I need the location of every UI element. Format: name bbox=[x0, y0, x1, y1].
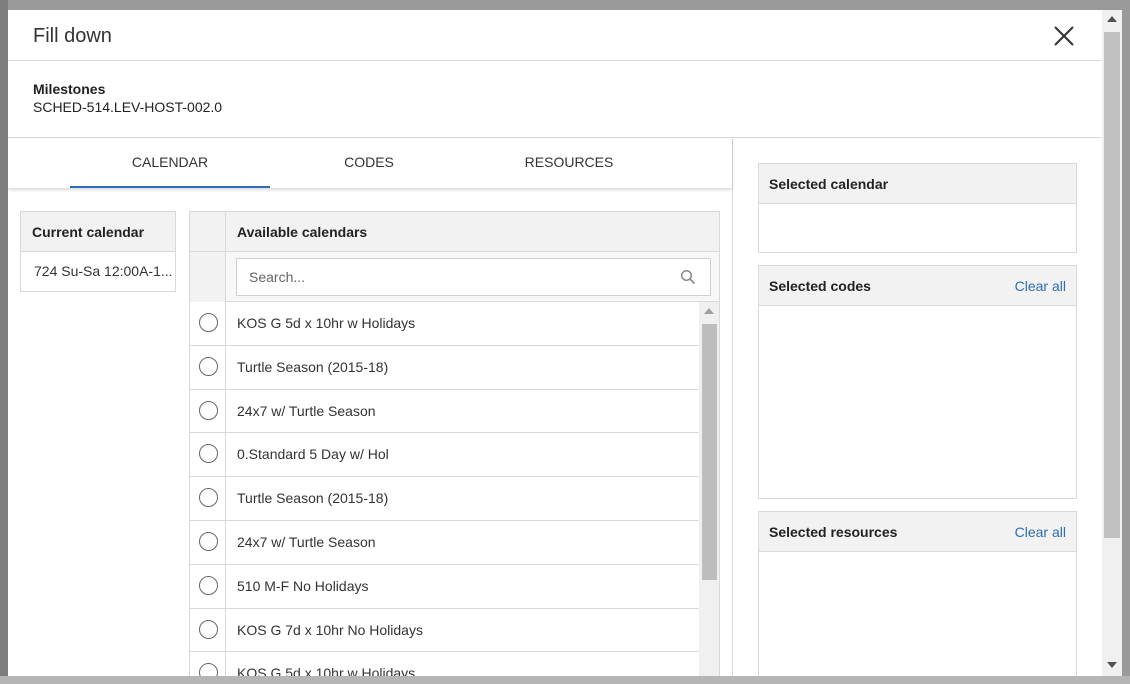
selected-calendar-title: Selected calendar bbox=[769, 176, 889, 192]
radio-button[interactable] bbox=[199, 313, 218, 332]
left-pane: CALENDAR CODES RESOURCES Current calenda… bbox=[8, 138, 733, 676]
radio-cell bbox=[190, 477, 226, 520]
list-item-label: 24x7 w/ Turtle Season bbox=[237, 402, 376, 419]
selected-calendar-header: Selected calendar bbox=[759, 164, 1076, 204]
list-item[interactable]: 24x7 w/ Turtle Season bbox=[190, 520, 699, 565]
list-item-label: KOS G 5d x 10hr w Holidays bbox=[237, 665, 416, 676]
list-scrollbar[interactable] bbox=[699, 302, 719, 676]
selected-codes-panel: Selected codes Clear all bbox=[758, 265, 1077, 499]
scroll-down-arrow-icon[interactable] bbox=[1107, 662, 1117, 668]
list-item[interactable]: Turtle Season (2015-18) bbox=[190, 477, 699, 521]
list-item-label: KOS G 5d x 10hr w Holidays bbox=[237, 315, 416, 331]
backdrop-bottom bbox=[0, 676, 1130, 684]
search-gutter bbox=[190, 252, 226, 302]
selected-resources-panel: Selected resources Clear all bbox=[758, 511, 1077, 676]
radio-cell bbox=[190, 302, 226, 345]
list-item-label: KOS G 7d x 10hr No Holidays bbox=[237, 621, 423, 638]
search-input[interactable] bbox=[237, 259, 657, 295]
list-item[interactable]: KOS G 5d x 10hr w Holidays bbox=[190, 652, 699, 676]
scroll-up-arrow-icon[interactable] bbox=[1107, 16, 1117, 22]
radio-button[interactable] bbox=[199, 619, 218, 639]
selected-calendar-panel: Selected calendar bbox=[758, 163, 1077, 253]
current-calendar-table: Current calendar 724 Su-Sa 12:00A-1... bbox=[20, 211, 176, 292]
list-item-label: 24x7 w/ Turtle Season bbox=[237, 533, 376, 550]
available-calendars-header: Available calendars bbox=[190, 212, 719, 302]
fill-down-dialog: Fill down Milestones SCHED-514.LEV-HOST-… bbox=[8, 10, 1122, 676]
calendar-list: KOS G 5d x 10hr w Holidays Turtle Season… bbox=[190, 302, 699, 676]
selected-resources-header: Selected resources Clear all bbox=[759, 512, 1076, 552]
clear-all-resources-link[interactable]: Clear all bbox=[1015, 512, 1066, 552]
list-item[interactable]: Turtle Season (2015-18) bbox=[190, 345, 699, 390]
list-item[interactable]: 510 M-F No Holidays bbox=[190, 564, 699, 609]
radio-cell bbox=[190, 520, 226, 564]
available-calendars-title: Available calendars bbox=[237, 224, 368, 240]
scroll-up-arrow-icon[interactable] bbox=[704, 308, 714, 314]
tab-resources[interactable]: RESOURCES bbox=[469, 138, 669, 188]
list-item-label: 0.Standard 5 Day w/ Hol bbox=[237, 446, 389, 463]
list-item-label: Turtle Season (2015-18) bbox=[237, 490, 389, 507]
current-calendar-value: 724 Su-Sa 12:00A-1... bbox=[34, 263, 173, 279]
radio-button[interactable] bbox=[199, 488, 218, 508]
list-item[interactable]: KOS G 7d x 10hr No Holidays bbox=[190, 608, 699, 653]
list-item[interactable]: KOS G 5d x 10hr w Holidays bbox=[190, 302, 699, 346]
current-calendar-header: Current calendar bbox=[21, 212, 175, 252]
radio-button[interactable] bbox=[199, 444, 218, 464]
tab-codes[interactable]: CODES bbox=[269, 138, 469, 188]
dialog-scrollbar[interactable] bbox=[1102, 10, 1122, 676]
close-icon bbox=[1054, 26, 1074, 46]
selected-resources-title: Selected resources bbox=[769, 524, 898, 540]
tab-calendar[interactable]: CALENDAR bbox=[70, 138, 270, 188]
close-button[interactable] bbox=[1050, 22, 1078, 50]
list-item-label: 510 M-F No Holidays bbox=[237, 577, 369, 594]
available-calendars-table: Available calendars KOS G 5d x 10hr w Ho… bbox=[189, 211, 720, 676]
radio-cell bbox=[190, 345, 226, 389]
radio-button[interactable] bbox=[199, 356, 218, 376]
radio-cell bbox=[190, 433, 226, 477]
radio-cell bbox=[190, 652, 226, 676]
info-value: SCHED-514.LEV-HOST-002.0 bbox=[33, 99, 223, 115]
selected-codes-header: Selected codes Clear all bbox=[759, 266, 1076, 306]
list-item-label: Turtle Season (2015-18) bbox=[237, 358, 389, 375]
selected-codes-title: Selected codes bbox=[769, 278, 871, 294]
clear-all-codes-link[interactable]: Clear all bbox=[1015, 266, 1066, 306]
list-item[interactable]: 24x7 w/ Turtle Season bbox=[190, 389, 699, 434]
tab-bar: CALENDAR CODES RESOURCES bbox=[8, 138, 732, 188]
radio-cell bbox=[190, 608, 226, 652]
radio-button[interactable] bbox=[199, 663, 218, 676]
dialog-title: Fill down bbox=[33, 25, 112, 47]
list-item[interactable]: 0.Standard 5 Day w/ Hol bbox=[190, 433, 699, 478]
info-label: Milestones bbox=[33, 81, 106, 97]
radio-button[interactable] bbox=[199, 531, 218, 551]
radio-cell bbox=[190, 564, 226, 608]
search-row bbox=[190, 252, 719, 302]
schedule-info: Milestones SCHED-514.LEV-HOST-002.0 bbox=[8, 62, 1102, 138]
backdrop bbox=[0, 0, 8, 684]
radio-button[interactable] bbox=[199, 400, 218, 420]
dialog-header: Fill down bbox=[8, 10, 1102, 61]
scroll-thumb[interactable] bbox=[1104, 32, 1120, 538]
radio-button[interactable] bbox=[199, 575, 218, 595]
search-box[interactable] bbox=[236, 258, 711, 296]
radio-cell bbox=[190, 389, 226, 433]
search-icon[interactable] bbox=[680, 269, 696, 285]
scroll-thumb[interactable] bbox=[702, 324, 717, 580]
